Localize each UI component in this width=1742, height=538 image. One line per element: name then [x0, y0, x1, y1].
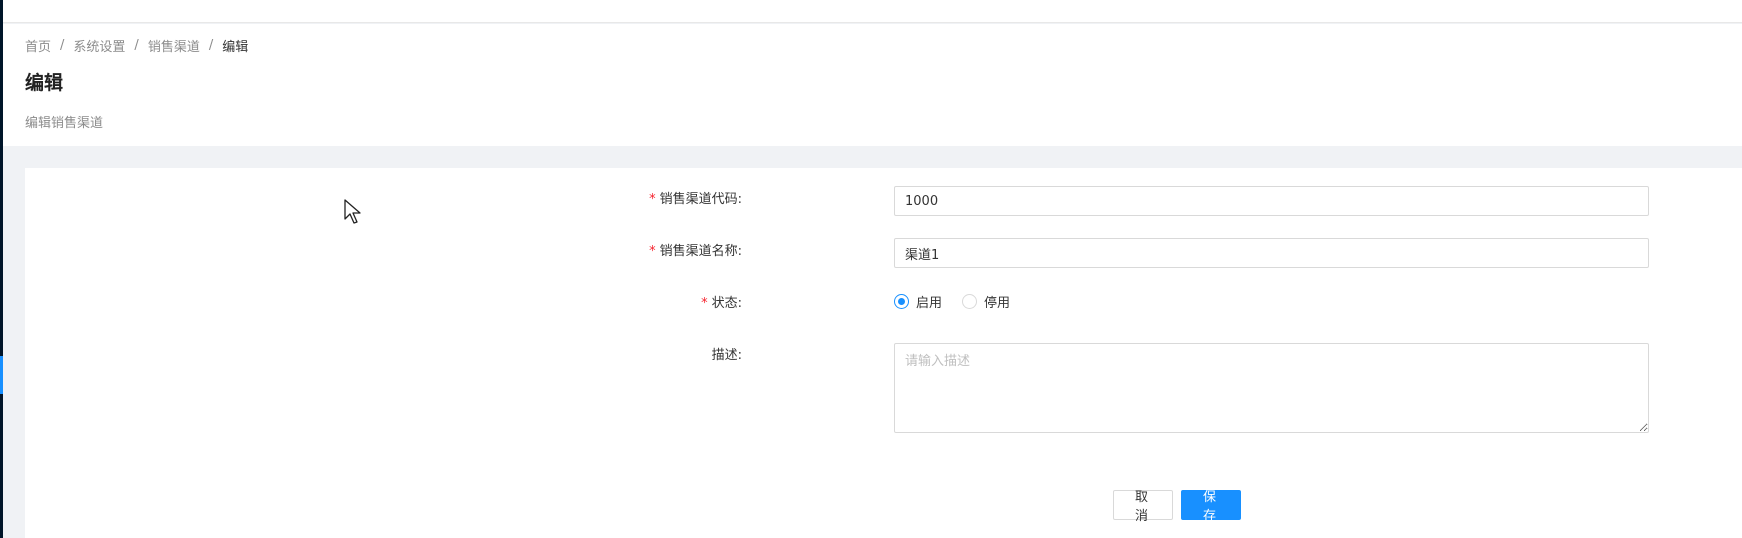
breadcrumb-system-settings[interactable]: 系统设置 — [73, 36, 125, 55]
required-mark: * — [649, 192, 656, 207]
mouse-cursor-icon — [344, 199, 361, 224]
breadcrumb-sales-channel[interactable]: 销售渠道 — [148, 36, 200, 55]
code-label: * 销售渠道代码: — [649, 192, 742, 207]
radio-unchecked-icon[interactable] — [962, 294, 978, 309]
channel-name-input[interactable] — [894, 238, 1649, 268]
channel-code-input[interactable] — [894, 186, 1649, 216]
status-label: * 状态: — [701, 296, 742, 311]
radio-label: 停用 — [984, 296, 1011, 311]
form-card: *销售渠道代码: *销售渠道名称: *状态: 启用 停用 描述: — [25, 168, 1742, 538]
breadcrumb-separator: / — [208, 38, 214, 53]
breadcrumb-separator: / — [60, 38, 65, 53]
page-subtitle: 编辑销售渠道 — [25, 116, 104, 131]
description-label: 描述: — [711, 348, 742, 363]
status-radio-disabled[interactable]: 停用 — [962, 292, 1010, 311]
breadcrumb-separator: / — [134, 38, 139, 53]
breadcrumb: 首页 / 系统设置 / 销售渠道 / 编辑 — [25, 36, 248, 55]
name-label: * 销售渠道名称: — [649, 244, 742, 259]
status-radio-group: 启用 停用 — [894, 292, 1030, 311]
cancel-button[interactable]: 取消 — [1113, 490, 1173, 524]
top-bar — [3, 0, 1742, 23]
page-header: 首页 / 系统设置 / 销售渠道 / 编辑 编辑 编辑销售渠道 — [3, 24, 1742, 146]
page-title: 编辑 — [25, 72, 64, 94]
breadcrumb-current: 编辑 — [222, 40, 249, 55]
radio-label: 启用 — [916, 296, 943, 311]
status-radio-enabled[interactable]: 启用 — [894, 292, 942, 311]
breadcrumb-home[interactable]: 首页 — [25, 36, 51, 55]
radio-checked-icon[interactable] — [894, 294, 909, 309]
required-mark: * — [649, 244, 656, 259]
save-button[interactable]: 保存 — [1181, 490, 1241, 524]
description-textarea[interactable] — [894, 343, 1649, 433]
sidebar-active-indicator — [0, 356, 3, 394]
required-mark: * — [701, 296, 708, 311]
